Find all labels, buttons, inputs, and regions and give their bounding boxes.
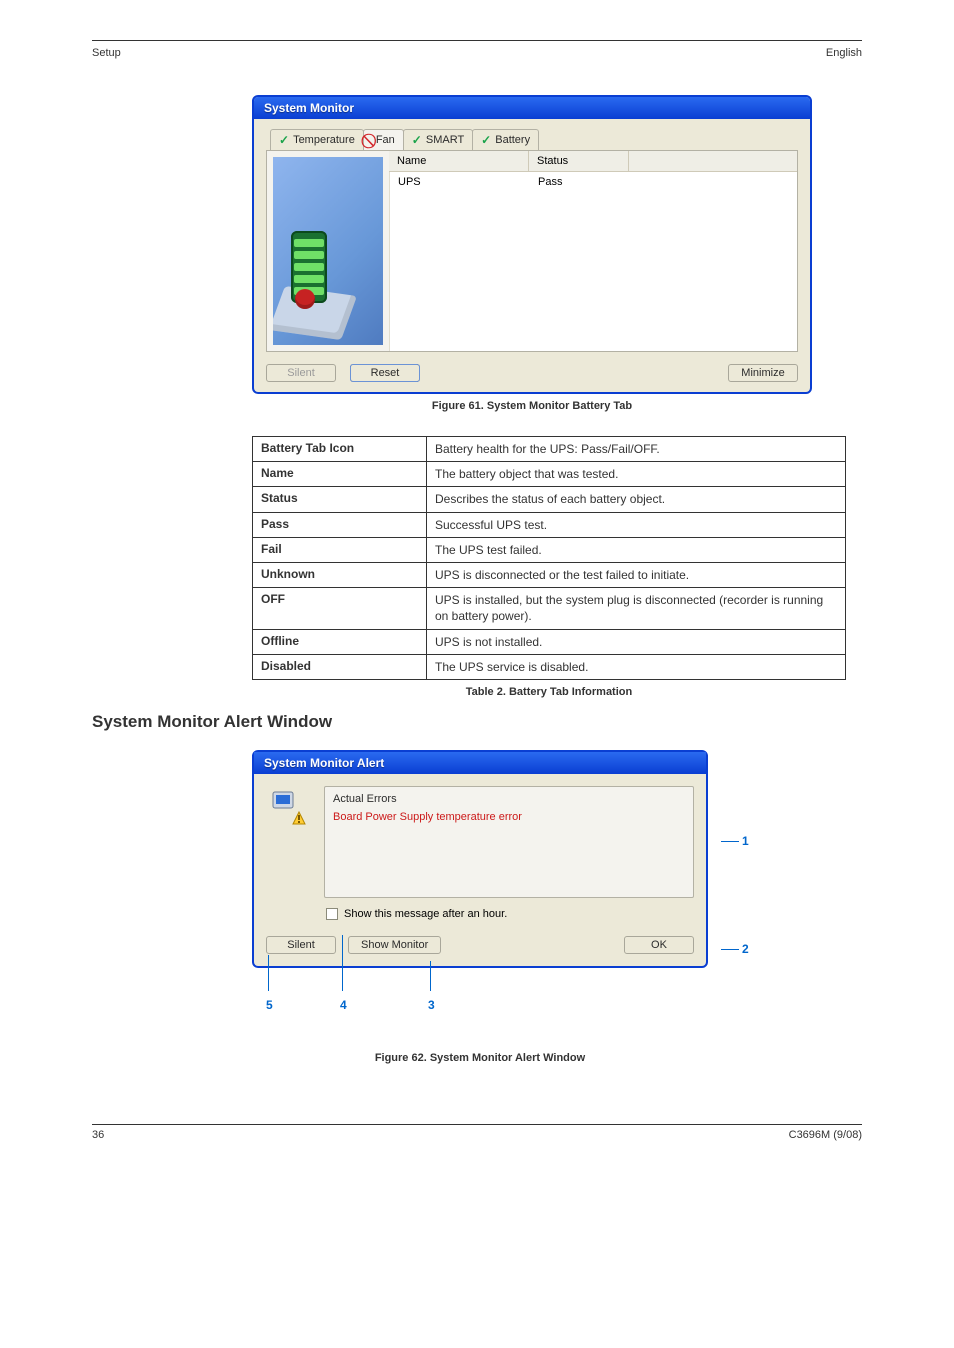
table-row: DisabledThe UPS service is disabled. xyxy=(253,654,846,679)
tabs-bar: ✓ Temperature ⃠ Fan ✓ SMART ✓ Battery xyxy=(266,129,798,150)
info-label: Fail xyxy=(253,537,427,562)
info-label: Pass xyxy=(253,512,427,537)
tab-battery-label: Battery xyxy=(495,134,530,146)
error-text: Board Power Supply temperature error xyxy=(333,811,685,823)
info-desc: UPS is not installed. xyxy=(427,629,846,654)
system-monitor-titlebar: System Monitor xyxy=(254,97,810,119)
col-header-status: Status xyxy=(529,151,629,171)
table-row: StatusDescribes the status of each batte… xyxy=(253,487,846,512)
check-icon: ✓ xyxy=(412,133,422,147)
tab-battery[interactable]: ✓ Battery xyxy=(472,129,539,150)
alert-ok-button[interactable]: OK xyxy=(624,936,694,954)
info-desc: Describes the status of each battery obj… xyxy=(427,487,846,512)
battery-illustration: BATTERY UNIT xyxy=(273,157,383,345)
system-monitor-title: System Monitor xyxy=(264,101,354,115)
info-desc: The battery object that was tested. xyxy=(427,462,846,487)
alert-window-title: System Monitor Alert xyxy=(264,756,384,770)
tab-smart-label: SMART xyxy=(426,134,464,146)
battery-panel: BATTERY UNIT Name Status UPS Pass xyxy=(266,150,798,352)
actual-errors-legend: Actual Errors xyxy=(333,793,685,805)
callout-4: 4 xyxy=(340,998,347,1012)
warning-icon xyxy=(266,786,312,920)
info-label: Unknown xyxy=(253,562,427,587)
alert-section-heading: System Monitor Alert Window xyxy=(92,712,862,732)
info-desc: UPS is disconnected or the test failed t… xyxy=(427,562,846,587)
info-desc: UPS is installed, but the system plug is… xyxy=(427,588,846,629)
info-label: Name xyxy=(253,462,427,487)
table-row: OFFUPS is installed, but the system plug… xyxy=(253,588,846,629)
minimize-button[interactable]: Minimize xyxy=(728,364,798,382)
tab-fan-label: Fan xyxy=(376,134,395,146)
show-after-hour-checkbox[interactable] xyxy=(326,908,338,920)
info-desc: The UPS test failed. xyxy=(427,537,846,562)
callout-1: 1 xyxy=(718,834,749,848)
alert-silent-button[interactable]: Silent xyxy=(266,936,336,954)
tab-temperature[interactable]: ✓ Temperature xyxy=(270,129,364,150)
tab-smart[interactable]: ✓ SMART xyxy=(403,129,473,150)
alert-window: System Monitor Alert Actual Errors Bo xyxy=(252,750,708,968)
table-row: UnknownUPS is disconnected or the test f… xyxy=(253,562,846,587)
info-label: Battery Tab Icon xyxy=(253,437,427,462)
info-desc: The UPS service is disabled. xyxy=(427,654,846,679)
table-row: NameThe battery object that was tested. xyxy=(253,462,846,487)
figure-61-caption: Figure 61. System Monitor Battery Tab xyxy=(252,400,812,412)
table-2-caption: Table 2. Battery Tab Information xyxy=(252,686,846,698)
doc-id: C3696M (9/08) xyxy=(789,1129,862,1141)
silent-button[interactable]: Silent xyxy=(266,364,336,382)
system-monitor-window: System Monitor ✓ Temperature ⃠ Fan ✓ SMA… xyxy=(252,95,812,394)
info-label: OFF xyxy=(253,588,427,629)
header-left: Setup xyxy=(92,47,121,59)
info-desc: Successful UPS test. xyxy=(427,512,846,537)
reset-button[interactable]: Reset xyxy=(350,364,420,382)
tab-temperature-label: Temperature xyxy=(293,134,355,146)
table-row: OfflineUPS is not installed. xyxy=(253,629,846,654)
callout-3: 3 xyxy=(428,998,435,1012)
table-row: PassSuccessful UPS test. xyxy=(253,512,846,537)
header-right: English xyxy=(826,47,862,59)
alert-titlebar: System Monitor Alert xyxy=(254,752,706,774)
info-desc: Battery health for the UPS: Pass/Fail/OF… xyxy=(427,437,846,462)
cell-status: Pass xyxy=(530,172,630,192)
figure-62-caption: Figure 62. System Monitor Alert Window xyxy=(252,1052,708,1064)
page-number: 36 xyxy=(92,1129,104,1141)
check-icon: ✓ xyxy=(279,133,289,147)
alert-show-monitor-button[interactable]: Show Monitor xyxy=(348,936,441,954)
battery-grid-header: Name Status xyxy=(389,151,797,172)
callout-2: 2 xyxy=(718,942,749,956)
callout-5: 5 xyxy=(266,998,273,1012)
col-header-name: Name xyxy=(389,151,529,171)
table-row: Battery Tab IconBattery health for the U… xyxy=(253,437,846,462)
table-row: FailThe UPS test failed. xyxy=(253,537,846,562)
table-row: UPS Pass xyxy=(390,172,797,192)
show-after-hour-label: Show this message after an hour. xyxy=(344,908,507,920)
battery-info-table: Battery Tab IconBattery health for the U… xyxy=(252,436,846,680)
tab-fan[interactable]: ⃠ Fan xyxy=(363,129,404,150)
check-icon: ✓ xyxy=(481,133,491,147)
info-label: Status xyxy=(253,487,427,512)
info-label: Disabled xyxy=(253,654,427,679)
cell-name: UPS xyxy=(390,172,530,192)
actual-errors-group: Actual Errors Board Power Supply tempera… xyxy=(324,786,694,898)
info-label: Offline xyxy=(253,629,427,654)
